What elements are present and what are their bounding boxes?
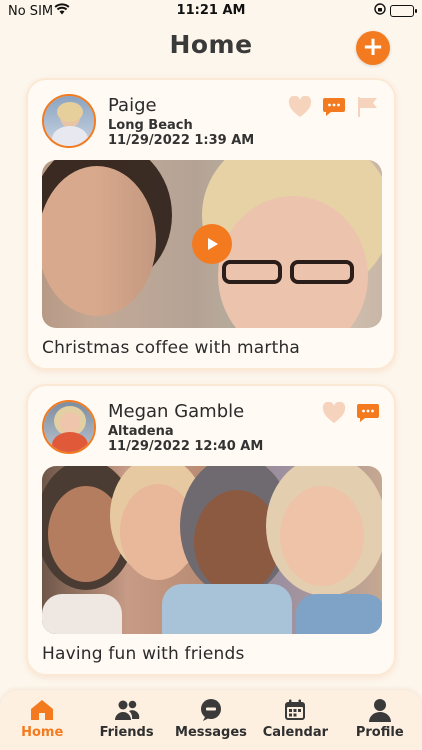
status-bar: No SIM 11:21 AM	[0, 0, 422, 24]
post-card: Paige Long Beach 11/29/2022 1:39 AM Chri…	[26, 78, 396, 370]
orientation-lock-icon	[374, 3, 386, 19]
post-location: Altadena	[108, 424, 174, 439]
bottom-tab-bar: Home Friends Messages Calendar Profile	[0, 690, 422, 750]
profile-icon	[367, 698, 393, 722]
heart-icon[interactable]	[288, 95, 312, 118]
post-author-name[interactable]: Megan Gamble	[108, 401, 244, 422]
tab-messages[interactable]: Messages	[169, 698, 253, 740]
tab-label: Messages	[175, 725, 247, 740]
post-card: Megan Gamble Altadena 11/29/2022 12:40 A…	[26, 384, 396, 676]
flag-icon[interactable]	[356, 96, 380, 118]
avatar[interactable]	[42, 400, 96, 454]
post-timestamp: 11/29/2022 1:39 AM	[108, 133, 255, 148]
comment-icon[interactable]	[356, 402, 380, 424]
post-caption: Having fun with friends	[42, 644, 245, 664]
add-post-button[interactable]: +	[356, 31, 390, 65]
post-timestamp: 11/29/2022 12:40 AM	[108, 439, 264, 454]
tab-label: Profile	[355, 725, 404, 740]
tab-label: Home	[21, 725, 64, 740]
post-location: Long Beach	[108, 118, 193, 133]
friends-icon	[114, 698, 140, 722]
play-icon	[208, 238, 218, 250]
heart-icon[interactable]	[322, 401, 346, 424]
tab-profile[interactable]: Profile	[338, 698, 422, 740]
post-caption: Christmas coffee with martha	[42, 338, 301, 358]
tab-label: Calendar	[262, 725, 329, 740]
tab-friends[interactable]: Friends	[85, 698, 169, 740]
comment-icon[interactable]	[322, 96, 346, 118]
post-photo[interactable]	[42, 466, 382, 634]
tab-calendar[interactable]: Calendar	[253, 698, 337, 740]
post-video[interactable]	[42, 160, 382, 328]
calendar-icon	[282, 698, 308, 722]
battery-icon	[390, 5, 417, 17]
play-button[interactable]	[192, 224, 232, 264]
tab-label: Friends	[99, 725, 154, 740]
avatar[interactable]	[42, 94, 96, 148]
plus-icon: +	[362, 32, 384, 62]
clock: 11:21 AM	[176, 3, 246, 18]
post-author-name[interactable]: Paige	[108, 95, 157, 116]
messages-icon	[198, 698, 224, 722]
tab-home[interactable]: Home	[0, 698, 84, 740]
home-icon	[29, 698, 55, 722]
